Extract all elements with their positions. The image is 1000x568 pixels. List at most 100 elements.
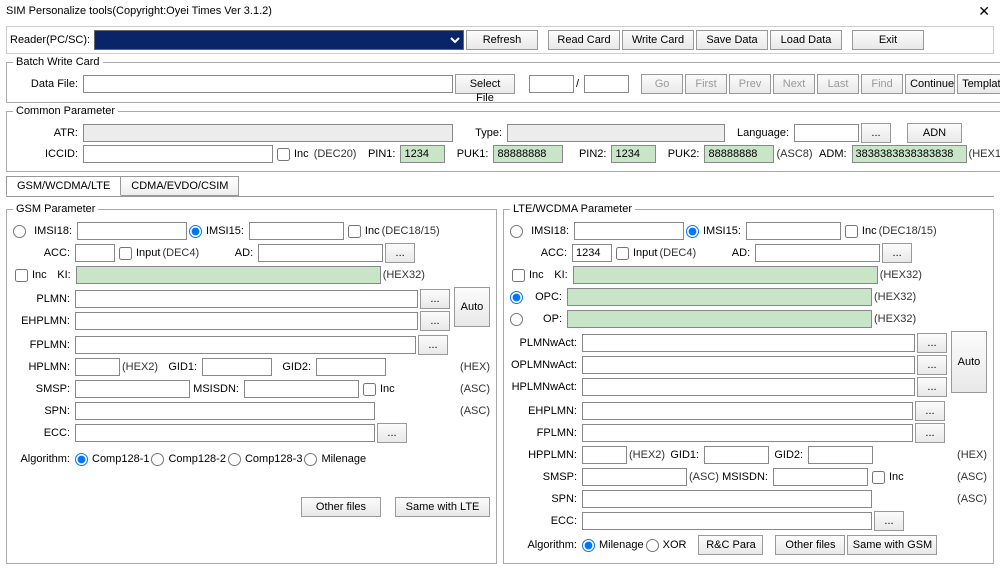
prev-button[interactable]: Prev — [729, 74, 771, 94]
batch-pos-input[interactable] — [529, 75, 574, 93]
continue-button[interactable]: Continue — [905, 74, 955, 94]
gsm-spn-input[interactable] — [75, 402, 375, 420]
last-button[interactable]: Last — [817, 74, 859, 94]
save-data-button[interactable]: Save Data — [696, 30, 768, 50]
lte-same-gsm-button[interactable]: Same with GSM — [847, 535, 937, 555]
adn-button[interactable]: ADN — [907, 123, 962, 143]
lte-opc-input[interactable] — [567, 288, 872, 306]
lte-ad-input[interactable] — [755, 244, 880, 262]
gsm-plmn-dots-button[interactable]: ... — [420, 289, 450, 309]
lte-hplmnwact-input[interactable] — [582, 378, 915, 396]
lte-fplmn-input[interactable] — [582, 424, 913, 442]
lte-input-check[interactable] — [616, 247, 629, 260]
gsm-auto-button[interactable]: Auto — [454, 287, 490, 327]
lte-hplmnwact-dots-button[interactable]: ... — [917, 377, 947, 397]
lte-other-files-button[interactable]: Other files — [775, 535, 845, 555]
exit-button[interactable]: Exit — [852, 30, 924, 50]
adm-input[interactable] — [852, 145, 967, 163]
template-button[interactable]: Template — [957, 74, 1000, 94]
gsm-imsi-inc-check[interactable] — [348, 225, 361, 238]
lte-ki-inc-check[interactable] — [512, 269, 525, 282]
gsm-gid2-input[interactable] — [316, 358, 386, 376]
lte-auto-button[interactable]: Auto — [951, 331, 987, 393]
gsm-ad-input[interactable] — [258, 244, 383, 262]
gsm-ehplmn-dots-button[interactable]: ... — [420, 311, 450, 331]
gsm-imsi15-radio[interactable] — [189, 225, 202, 238]
gsm-input-check[interactable] — [119, 247, 132, 260]
lte-fplmn-dots-button[interactable]: ... — [915, 423, 945, 443]
pin2-input[interactable] — [611, 145, 656, 163]
lte-plmnwact-dots-button[interactable]: ... — [917, 333, 947, 353]
iccid-input[interactable] — [83, 145, 273, 163]
iccid-inc-check[interactable] — [277, 148, 290, 161]
find-button[interactable]: Find — [861, 74, 903, 94]
gsm-plmn-input[interactable] — [75, 290, 418, 308]
lte-ehplmn-input[interactable] — [582, 402, 913, 420]
lte-spn-input[interactable] — [582, 490, 872, 508]
first-button[interactable]: First — [685, 74, 727, 94]
lte-oplmnwact-input[interactable] — [582, 356, 915, 374]
lte-alg1-radio[interactable] — [582, 539, 595, 552]
select-file-button[interactable]: Select File — [455, 74, 515, 94]
gsm-other-files-button[interactable]: Other files — [301, 497, 381, 517]
lte-op-input[interactable] — [567, 310, 872, 328]
next-button[interactable]: Next — [773, 74, 815, 94]
gsm-msisdn-inc-check[interactable] — [363, 383, 376, 396]
lte-msisdn-input[interactable] — [773, 468, 868, 486]
tab-cdma-evdo-csim[interactable]: CDMA/EVDO/CSIM — [120, 176, 239, 196]
lte-rc-para-button[interactable]: R&C Para — [698, 535, 763, 555]
lte-imsi15-radio[interactable] — [686, 225, 699, 238]
close-icon[interactable]: ✕ — [974, 3, 994, 20]
gsm-imsi15-input[interactable] — [249, 222, 344, 240]
gsm-ehplmn-input[interactable] — [75, 312, 418, 330]
lte-imsi18-input[interactable] — [574, 222, 684, 240]
lte-ki-input[interactable] — [573, 266, 878, 284]
puk2-input[interactable] — [704, 145, 774, 163]
gsm-alg3-radio[interactable] — [228, 453, 241, 466]
gsm-fplmn-input[interactable] — [75, 336, 416, 354]
tab-gsm-wcdma-lte[interactable]: GSM/WCDMA/LTE — [6, 176, 121, 196]
gsm-smsp-input[interactable] — [75, 380, 190, 398]
load-data-button[interactable]: Load Data — [770, 30, 842, 50]
lte-hpplmn-input[interactable] — [582, 446, 627, 464]
reader-select[interactable] — [94, 30, 464, 50]
gsm-alg4-radio[interactable] — [304, 453, 317, 466]
lte-op-radio[interactable] — [510, 313, 523, 326]
lte-ecc-input[interactable] — [582, 512, 872, 530]
lte-ehplmn-dots-button[interactable]: ... — [915, 401, 945, 421]
gsm-imsi18-radio[interactable] — [13, 225, 26, 238]
gsm-ad-dots-button[interactable]: ... — [385, 243, 415, 263]
batch-total-input[interactable] — [584, 75, 629, 93]
data-file-input[interactable] — [83, 75, 453, 93]
gsm-same-lte-button[interactable]: Same with LTE — [395, 497, 490, 517]
gsm-hplmn-input[interactable] — [75, 358, 120, 376]
lte-oplmnwact-dots-button[interactable]: ... — [917, 355, 947, 375]
lte-gid1-input[interactable] — [704, 446, 769, 464]
lte-gid2-input[interactable] — [808, 446, 873, 464]
puk1-input[interactable] — [493, 145, 563, 163]
lte-ecc-dots-button[interactable]: ... — [874, 511, 904, 531]
lte-opc-radio[interactable] — [510, 291, 523, 304]
language-input[interactable] — [794, 124, 859, 142]
gsm-ki-input[interactable] — [76, 266, 381, 284]
gsm-ecc-input[interactable] — [75, 424, 375, 442]
language-dots-button[interactable]: ... — [861, 123, 891, 143]
gsm-imsi18-input[interactable] — [77, 222, 187, 240]
go-button[interactable]: Go — [641, 74, 683, 94]
read-card-button[interactable]: Read Card — [548, 30, 620, 50]
refresh-button[interactable]: Refresh — [466, 30, 538, 50]
gsm-alg1-radio[interactable] — [75, 453, 88, 466]
gsm-msisdn-input[interactable] — [244, 380, 359, 398]
gsm-alg2-radio[interactable] — [151, 453, 164, 466]
gsm-fplmn-dots-button[interactable]: ... — [418, 335, 448, 355]
lte-acc-input[interactable] — [572, 244, 612, 262]
lte-plmnwact-input[interactable] — [582, 334, 915, 352]
gsm-ecc-dots-button[interactable]: ... — [377, 423, 407, 443]
lte-msisdn-inc-check[interactable] — [872, 471, 885, 484]
gsm-acc-input[interactable] — [75, 244, 115, 262]
gsm-gid1-input[interactable] — [202, 358, 272, 376]
lte-imsi-inc-check[interactable] — [845, 225, 858, 238]
lte-imsi15-input[interactable] — [746, 222, 841, 240]
lte-imsi18-radio[interactable] — [510, 225, 523, 238]
lte-ad-dots-button[interactable]: ... — [882, 243, 912, 263]
